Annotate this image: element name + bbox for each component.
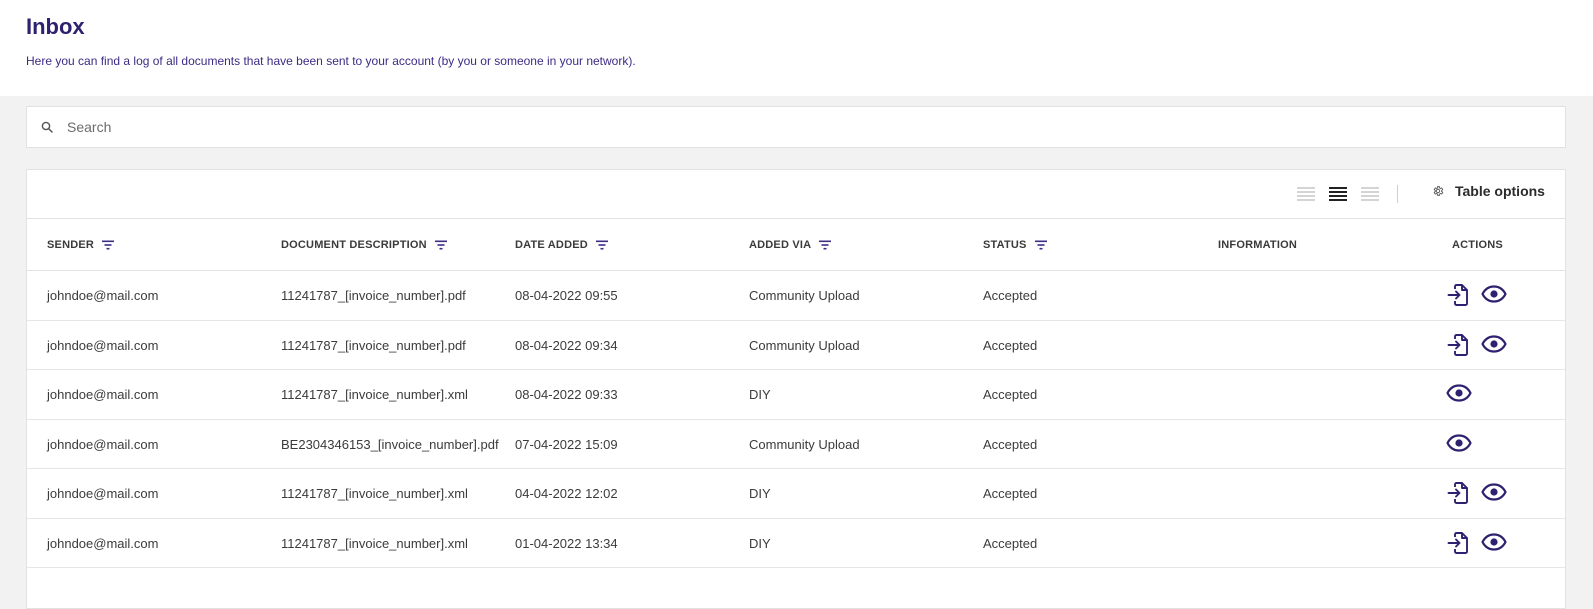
column-date-added: DATE ADDED <box>515 239 608 251</box>
document-description-cell: 11241787_[invoice_number].xml <box>281 535 468 551</box>
sender-cell: johndoe@mail.com <box>47 337 159 353</box>
download-icon[interactable] <box>1447 531 1469 560</box>
row-actions <box>1447 531 1527 557</box>
document-description-cell: BE2304346153_[invoice_number].pdf <box>281 436 499 452</box>
column-added-via: ADDED VIA <box>749 239 832 251</box>
column-sender: SENDER <box>47 239 115 251</box>
row-actions <box>1446 382 1527 408</box>
filter-icon[interactable] <box>595 240 608 250</box>
table-toolbar: Table options <box>27 170 1565 219</box>
eye-icon[interactable] <box>1481 483 1507 506</box>
page-title: Inbox <box>26 14 85 39</box>
added-via-cell: DIY <box>749 535 771 551</box>
search-input[interactable] <box>67 119 1467 135</box>
table-options-button[interactable]: Table options <box>1432 183 1545 199</box>
status-cell: Accepted <box>983 387 1038 402</box>
row-actions <box>1447 283 1527 309</box>
date-added-cell: 01-04-2022 13:34 <box>515 535 618 551</box>
filter-icon[interactable] <box>434 240 447 250</box>
filter-icon[interactable] <box>102 240 115 250</box>
gear-icon <box>1433 186 1444 196</box>
added-via-cell: DIY <box>749 486 771 501</box>
status-cell: Accepted <box>983 337 1038 353</box>
date-added-cell: 08-04-2022 09:34 <box>515 337 618 353</box>
search-bar[interactable] <box>26 106 1566 148</box>
filter-icon[interactable] <box>819 240 832 250</box>
status-cell: Accepted <box>983 288 1038 303</box>
date-added-cell: 08-04-2022 09:55 <box>515 288 618 303</box>
status-cell: Accepted <box>983 486 1038 501</box>
added-via-cell: Community Upload <box>749 436 860 452</box>
table-header: SENDER DOCUMENT DESCRIPTION DATE ADDED A… <box>27 219 1565 271</box>
row-actions <box>1447 481 1527 507</box>
search-icon <box>41 121 53 133</box>
status-cell: Accepted <box>983 436 1038 452</box>
column-label: ADDED VIA <box>749 239 812 251</box>
column-actions: ACTIONS <box>1452 239 1503 251</box>
table-row[interactable]: johndoe@mail.com 11241787_[invoice_number… <box>27 519 1565 568</box>
added-via-cell: Community Upload <box>749 288 860 303</box>
page-header: Inbox Here you can find a log of all doc… <box>0 0 1593 96</box>
sender-cell: johndoe@mail.com <box>47 387 159 402</box>
column-label: ACTIONS <box>1452 239 1503 251</box>
document-description-cell: 11241787_[invoice_number].pdf <box>281 337 466 353</box>
sender-cell: johndoe@mail.com <box>47 535 159 551</box>
column-label: DATE ADDED <box>515 239 588 251</box>
sender-cell: johndoe@mail.com <box>47 436 159 452</box>
date-added-cell: 08-04-2022 09:33 <box>515 387 618 402</box>
column-label: INFORMATION <box>1218 239 1297 251</box>
inbox-table-panel: Table options SENDER DOCUMENT DESCRIPTIO… <box>26 169 1566 609</box>
sender-cell: johndoe@mail.com <box>47 486 159 501</box>
row-actions <box>1446 432 1527 458</box>
table-row[interactable]: johndoe@mail.com BE2304346153_[invoice_nu… <box>27 420 1565 469</box>
density-standard-icon[interactable] <box>1329 187 1347 201</box>
density-compact-icon[interactable] <box>1297 187 1315 201</box>
page-subtitle: Here you can find a log of all documents… <box>26 54 636 68</box>
density-comfortable-icon[interactable] <box>1361 187 1379 201</box>
column-label: SENDER <box>47 239 95 251</box>
column-status: STATUS <box>983 239 1047 251</box>
column-label: DOCUMENT DESCRIPTION <box>281 239 427 251</box>
table-body: johndoe@mail.com 11241787_[invoice_number… <box>27 271 1565 568</box>
download-icon[interactable] <box>1447 333 1469 362</box>
date-added-cell: 07-04-2022 15:09 <box>515 436 618 452</box>
document-description-cell: 11241787_[invoice_number].xml <box>281 486 468 501</box>
row-actions <box>1447 333 1527 359</box>
date-added-cell: 04-04-2022 12:02 <box>515 486 618 501</box>
column-information: INFORMATION <box>1218 239 1297 251</box>
column-label: STATUS <box>983 239 1027 251</box>
table-options-label: Table options <box>1455 183 1545 199</box>
toolbar-divider <box>1397 185 1398 203</box>
sender-cell: johndoe@mail.com <box>47 288 159 303</box>
eye-icon[interactable] <box>1481 532 1507 556</box>
column-document-description: DOCUMENT DESCRIPTION <box>281 239 447 251</box>
download-icon[interactable] <box>1447 283 1469 312</box>
eye-icon[interactable] <box>1446 384 1472 407</box>
table-row[interactable]: johndoe@mail.com 11241787_[invoice_number… <box>27 370 1565 420</box>
table-row[interactable]: johndoe@mail.com 11241787_[invoice_number… <box>27 469 1565 519</box>
filter-icon[interactable] <box>1034 240 1047 250</box>
eye-icon[interactable] <box>1481 334 1507 358</box>
table-row[interactable]: johndoe@mail.com 11241787_[invoice_number… <box>27 271 1565 321</box>
table-row[interactable]: johndoe@mail.com 11241787_[invoice_number… <box>27 321 1565 370</box>
eye-icon[interactable] <box>1446 433 1472 457</box>
eye-icon[interactable] <box>1481 285 1507 308</box>
document-description-cell: 11241787_[invoice_number].xml <box>281 387 468 402</box>
added-via-cell: Community Upload <box>749 337 860 353</box>
added-via-cell: DIY <box>749 387 771 402</box>
download-icon[interactable] <box>1447 481 1469 510</box>
document-description-cell: 11241787_[invoice_number].pdf <box>281 288 466 303</box>
status-cell: Accepted <box>983 535 1038 551</box>
